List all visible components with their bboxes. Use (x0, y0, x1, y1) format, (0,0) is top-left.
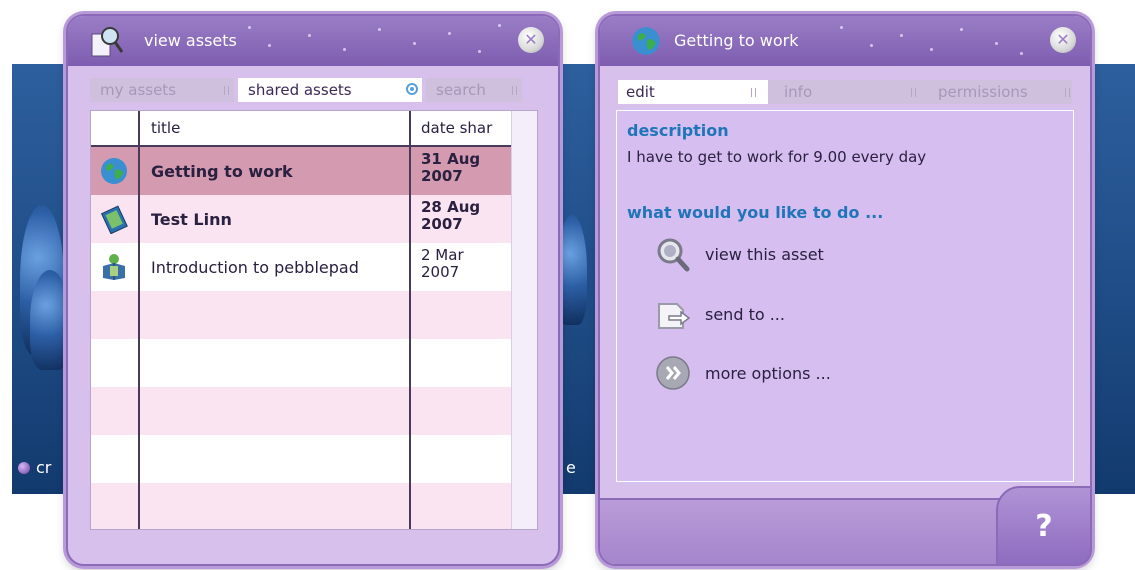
background-figure-icon (30, 270, 70, 370)
tab-edit[interactable]: edit (618, 80, 768, 104)
asset-title: Introduction to pebblepad (151, 258, 359, 277)
tab-info[interactable]: info (784, 80, 924, 104)
description-text: I have to get to work for 9.00 every day (627, 148, 927, 166)
create-label: cr (36, 458, 52, 477)
tab-permissions[interactable]: permissions (938, 80, 1070, 104)
table-row[interactable]: Introduction to pebblepad 2 Mar 2007 (91, 243, 511, 291)
window-header[interactable]: Getting to work ✕ (600, 16, 1090, 66)
tab-bar: my assets shared assets search (90, 78, 526, 104)
close-icon: ✕ (1056, 30, 1070, 49)
close-icon: ✕ (524, 30, 538, 49)
assets-table: title date shar Getting to work 31 Aug 20… (90, 110, 538, 530)
description-heading: description (627, 121, 729, 140)
asset-title: Test Linn (151, 210, 232, 229)
background-figure-icon (557, 215, 587, 325)
more-options-action[interactable]: more options ... (655, 355, 831, 391)
column-header-title[interactable]: title (151, 119, 180, 137)
asset-details-window: Getting to work ✕ edit info permissions … (598, 14, 1092, 566)
more-options-icon (656, 356, 690, 390)
globe-icon (101, 158, 127, 184)
send-to-label: send to ... (705, 304, 785, 324)
column-header-date[interactable]: date shar (421, 119, 492, 137)
column-divider (138, 111, 140, 529)
send-icon (658, 303, 691, 329)
create-menu[interactable]: cr (18, 458, 51, 477)
asset-details-content: description I have to get to work for 9.… (616, 110, 1074, 482)
create-bullet-icon (18, 461, 30, 474)
globe-icon (632, 27, 660, 55)
view-assets-window: view assets ✕ my assets shared assets se… (66, 14, 560, 566)
more-options-label: more options ... (705, 363, 831, 383)
notebook-icon (100, 205, 128, 234)
window-footer (600, 498, 1000, 564)
magnifier-document-icon (91, 27, 124, 57)
close-button[interactable]: ✕ (518, 27, 544, 53)
table-row[interactable]: Test Linn 28 Aug 2007 (91, 195, 511, 243)
window-header[interactable]: view assets ✕ (68, 16, 558, 66)
view-asset-label: view this asset (705, 244, 824, 264)
person-icon (103, 254, 125, 280)
view-asset-action[interactable]: view this asset (655, 236, 824, 272)
actions-heading: what would you like to do ... (627, 203, 884, 222)
window-title: Getting to work (674, 31, 799, 50)
close-button[interactable]: ✕ (1050, 27, 1076, 53)
table-row[interactable]: Getting to work 31 Aug 2007 (91, 147, 511, 195)
asset-date: 31 Aug 2007 (421, 150, 481, 185)
help-icon: ? (1035, 508, 1053, 544)
tab-search[interactable]: search (426, 78, 522, 102)
scrollbar[interactable] (512, 111, 537, 529)
tab-bar: edit info permissions (618, 80, 1072, 104)
column-divider[interactable] (409, 111, 411, 529)
tab-my-assets[interactable]: my assets (90, 78, 234, 102)
send-to-action[interactable]: send to ... (655, 296, 785, 332)
tab-selected-icon (406, 83, 418, 95)
background-label: e (566, 458, 576, 477)
window-title: view assets (144, 31, 237, 50)
magnifier-icon (657, 238, 690, 272)
table-header: title date shar (91, 111, 511, 147)
help-button[interactable]: ? (996, 486, 1092, 566)
tab-shared-assets[interactable]: shared assets (238, 78, 422, 102)
asset-date: 2 Mar 2007 (421, 246, 464, 281)
asset-title: Getting to work (151, 162, 293, 181)
asset-date: 28 Aug 2007 (421, 198, 481, 233)
